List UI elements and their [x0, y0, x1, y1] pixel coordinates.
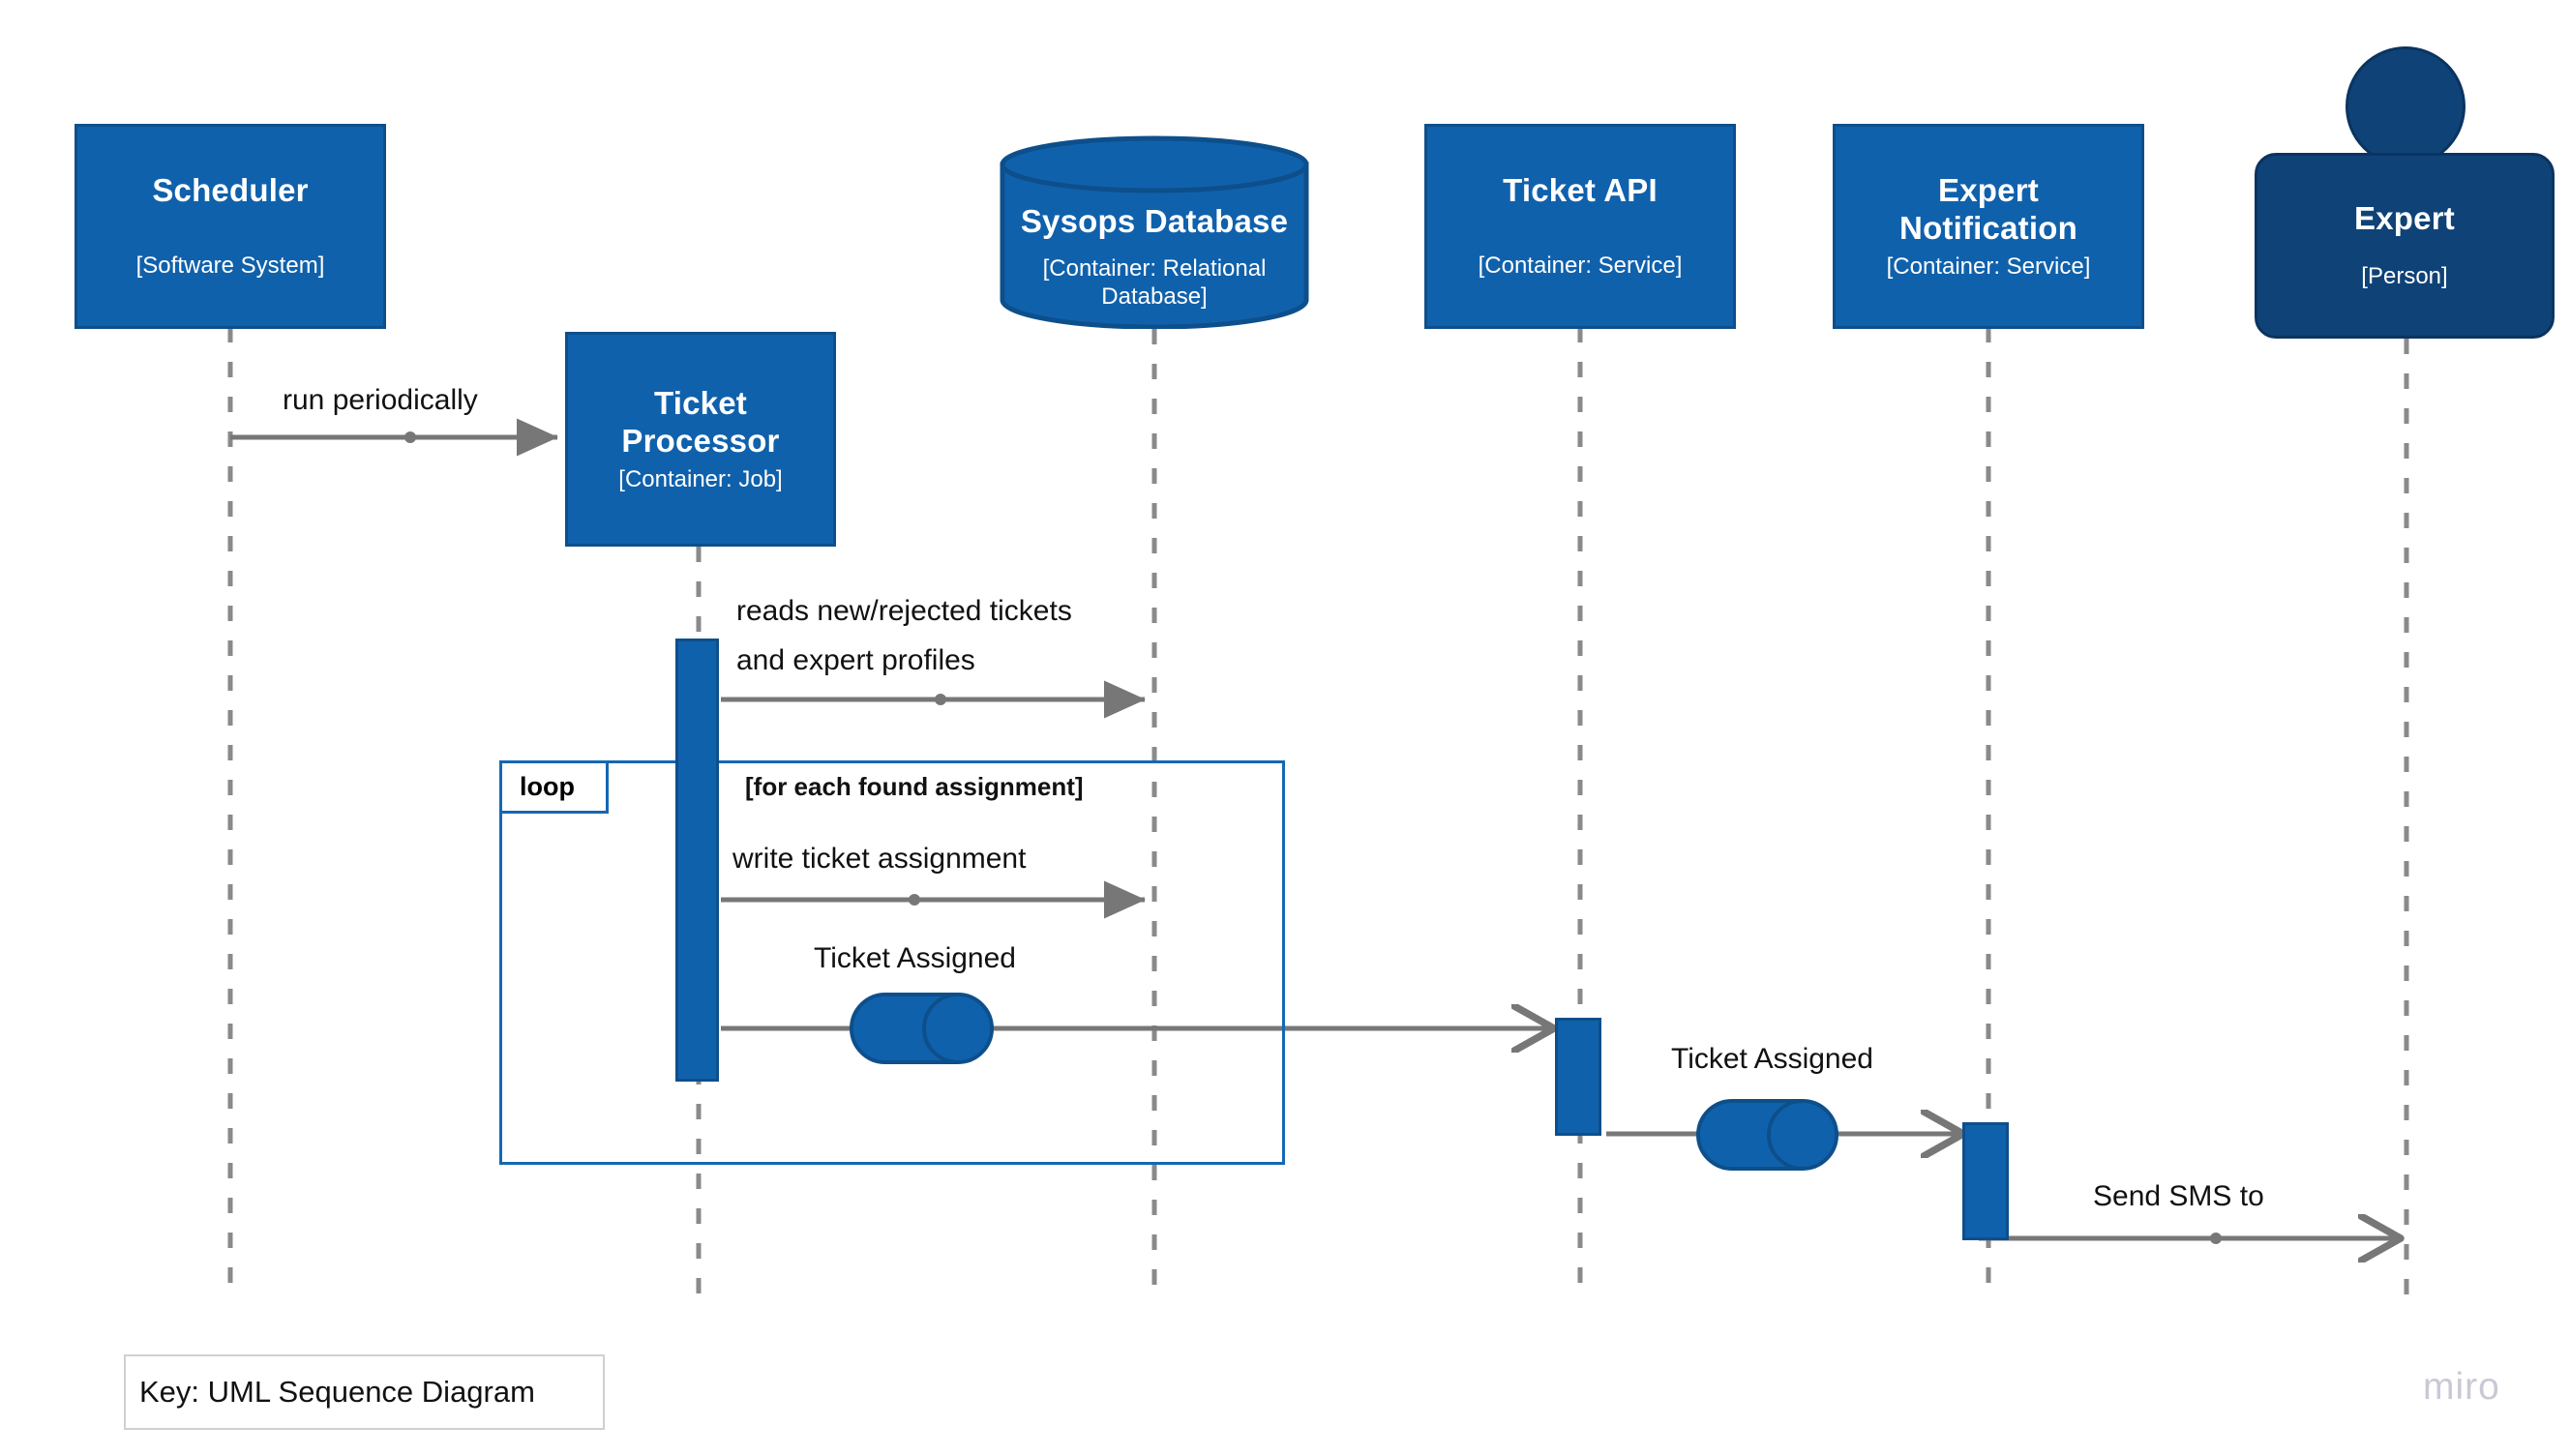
message-reads-tickets — [721, 680, 1147, 719]
participant-ticket-api-tech: [Container: Service] — [1478, 253, 1683, 280]
participant-ticket-api-name: Ticket API — [1503, 172, 1658, 209]
participant-scheduler[interactable]: Scheduler [Software System] — [75, 124, 386, 329]
message-label-reads-tickets-line2: and expert profiles — [736, 644, 975, 676]
participant-expert-notification[interactable]: Expert Notification [Container: Service] — [1833, 124, 2144, 329]
message-label-ticket-assigned-api: Ticket Assigned — [814, 942, 1016, 974]
message-label-reads-tickets-line1: reads new/rejected tickets — [736, 595, 1072, 627]
activation-bar-ticketapi — [1555, 1018, 1601, 1136]
participant-ticket-processor[interactable]: Ticket Processor [Container: Job] — [565, 332, 836, 547]
loop-fragment-operator-label: loop — [499, 760, 609, 814]
diagram-key-label: Key: UML Sequence Diagram — [139, 1375, 535, 1409]
message-label-ticket-assigned-notif: Ticket Assigned — [1671, 1043, 1873, 1075]
miro-watermark: miro — [2423, 1366, 2500, 1408]
participant-expert-name: Expert — [2354, 200, 2455, 237]
diagram-key-box: Key: UML Sequence Diagram — [124, 1354, 605, 1430]
message-label-send-sms: Send SMS to — [2093, 1180, 2264, 1212]
message-run-periodically — [230, 418, 559, 457]
activation-bar-expertnotif — [1962, 1122, 2009, 1240]
sequence-diagram-canvas: loop [for each found assignment] Schedul… — [0, 0, 2570, 1456]
participant-expert-notification-tech: [Container: Service] — [1886, 253, 2091, 280]
loop-operator-text: loop — [520, 772, 575, 801]
activation-bar-processor — [675, 639, 719, 1082]
participant-sysops-database[interactable]: Sysops Database [Container: Relational D… — [1000, 135, 1309, 329]
participant-sysops-database-name: Sysops Database — [1020, 203, 1289, 239]
participant-ticket-processor-tech: [Container: Job] — [618, 465, 783, 492]
person-head-icon — [2346, 46, 2465, 166]
participant-scheduler-tech: [Software System] — [135, 253, 325, 280]
participant-sysops-database-tech-line2: Database] — [1101, 283, 1208, 310]
participant-expert-notification-name-line2: Notification — [1899, 209, 2077, 246]
participant-ticket-api[interactable]: Ticket API [Container: Service] — [1424, 124, 1736, 329]
message-label-write-assignment: write ticket assignment — [732, 843, 1027, 875]
participant-scheduler-name: Scheduler — [152, 172, 309, 209]
participant-sysops-database-tech-line1: [Container: Relational — [1042, 255, 1267, 282]
participant-expert-notification-name-line1: Expert — [1938, 171, 2039, 208]
participant-ticket-processor-name-line2: Processor — [621, 422, 780, 459]
person-body-shape: Expert [Person] — [2255, 153, 2555, 339]
queue-shape-ticket-assigned-2 — [1696, 1099, 1838, 1171]
participant-ticket-processor-name-line1: Ticket — [654, 384, 747, 421]
message-label-run-periodically: run periodically — [283, 384, 478, 416]
loop-fragment-guard: [for each found assignment] — [745, 772, 1084, 801]
participant-expert-tech: [Person] — [2361, 263, 2448, 290]
message-send-sms — [1979, 1233, 2400, 1244]
participant-expert[interactable]: Expert [Person] — [2255, 46, 2555, 339]
